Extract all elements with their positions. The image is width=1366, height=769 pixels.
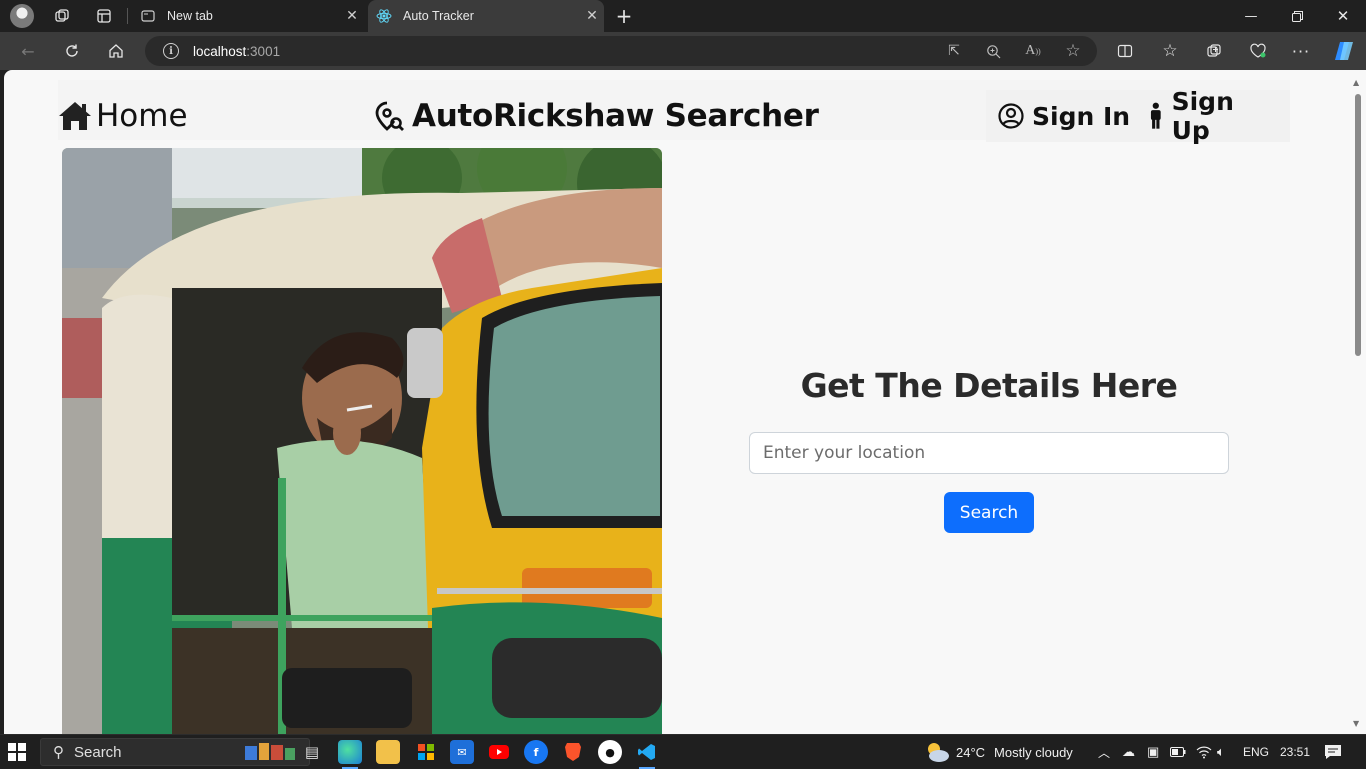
search-button[interactable]: Search: [944, 492, 1034, 533]
meet-now-icon[interactable]: ▣: [1147, 735, 1159, 769]
workspaces-icon[interactable]: [50, 0, 74, 32]
site-info-icon[interactable]: i: [163, 43, 179, 59]
person-standing-icon: [1150, 102, 1161, 129]
home-label: Home: [96, 98, 188, 134]
browser-tab-strip: New tab ✕ Auto Tracker ✕ + — ✕: [0, 0, 1366, 32]
sign-up-label: Sign Up: [1171, 87, 1234, 145]
tab-title: Auto Tracker: [403, 9, 474, 23]
notifications-icon[interactable]: [1324, 735, 1342, 769]
scrollbar-thumb[interactable]: [1355, 94, 1361, 356]
react-icon: [376, 8, 392, 24]
sign-in-label: Sign In: [1032, 101, 1131, 131]
search-icon: ⚲: [53, 744, 64, 761]
refresh-icon[interactable]: [56, 36, 88, 66]
home-link[interactable]: Home: [58, 98, 188, 134]
clock[interactable]: 23:51: [1280, 735, 1310, 769]
wifi-icon[interactable]: [1196, 735, 1212, 769]
home-browser-icon[interactable]: [100, 36, 132, 66]
file-explorer-icon[interactable]: [376, 740, 400, 764]
task-view-icon[interactable]: ▤: [300, 740, 324, 764]
profile-avatar[interactable]: [8, 0, 36, 32]
browser-essentials-icon[interactable]: [1242, 36, 1274, 66]
close-window-icon[interactable]: ✕: [1320, 0, 1366, 32]
new-tab-icon: [140, 8, 156, 24]
back-icon[interactable]: ←: [12, 36, 44, 66]
battery-icon[interactable]: [1170, 735, 1186, 769]
favorite-star-icon[interactable]: ☆: [1058, 36, 1088, 66]
url-text: localhost:3001: [193, 43, 281, 59]
windows-taskbar: ⚲ Search ▤ ✉ f ● 24°C Mostly cloudy ︿ ☁ …: [0, 734, 1366, 769]
zoom-icon[interactable]: [978, 36, 1008, 66]
sign-up-link[interactable]: Sign Up: [1136, 87, 1290, 145]
brand-title: AutoRickshaw Searcher: [374, 98, 819, 134]
tab-separator: [127, 8, 128, 24]
partly-cloudy-icon: [928, 743, 949, 762]
weather-widget[interactable]: 24°C Mostly cloudy: [924, 735, 1073, 769]
location-search-icon: [375, 101, 404, 131]
page-scrollbar[interactable]: ▲ ▼: [1349, 70, 1366, 734]
youtube-icon[interactable]: [487, 740, 511, 764]
details-heading: Get The Details Here: [800, 366, 1178, 405]
edge-icon[interactable]: [338, 740, 362, 769]
open-in-app-icon[interactable]: ⇱: [939, 36, 969, 66]
facebook-icon[interactable]: f: [524, 740, 548, 764]
show-hidden-icons-icon[interactable]: ︿: [1098, 735, 1110, 769]
sign-in-link[interactable]: Sign In: [986, 90, 1143, 142]
address-bar[interactable]: i localhost:3001 ⇱ A)) ☆: [145, 36, 1097, 66]
vscode-icon[interactable]: [635, 740, 659, 769]
split-screen-icon[interactable]: [1109, 36, 1141, 66]
volume-icon[interactable]: 🔈︎: [1217, 735, 1225, 769]
mail-icon[interactable]: ✉: [450, 740, 474, 764]
scroll-up-icon[interactable]: ▲: [1353, 78, 1359, 87]
store-icon[interactable]: [414, 740, 438, 764]
brand-label: AutoRickshaw Searcher: [412, 98, 819, 134]
scroll-down-icon[interactable]: ▼: [1353, 719, 1359, 728]
site-header: Home AutoRickshaw Searcher Sign In Sign …: [58, 80, 1290, 145]
minimize-icon[interactable]: —: [1228, 0, 1274, 32]
new-tab-button[interactable]: +: [612, 0, 636, 32]
github-icon[interactable]: ●: [598, 740, 622, 764]
tab-actions-icon[interactable]: [92, 0, 116, 32]
read-aloud-icon[interactable]: A)): [1018, 36, 1048, 66]
brave-icon[interactable]: [561, 740, 585, 764]
search-highlight-icon: [243, 740, 303, 764]
onedrive-icon[interactable]: ☁: [1122, 735, 1135, 769]
language-indicator[interactable]: ENG: [1243, 735, 1269, 769]
browser-toolbar: ← i localhost:3001 ⇱ A)) ☆ ☆ ···: [0, 32, 1366, 70]
taskbar-search-label: Search: [74, 743, 122, 761]
user-circle-icon: [998, 103, 1024, 129]
collections-icon[interactable]: [1198, 36, 1230, 66]
settings-more-icon[interactable]: ···: [1285, 36, 1317, 66]
details-panel: Get The Details Here Search: [749, 366, 1229, 533]
auto-rickshaw-photo: [62, 148, 662, 734]
tab-auto-tracker[interactable]: Auto Tracker ✕: [368, 0, 604, 32]
tab-new-tab[interactable]: New tab ✕: [132, 0, 364, 32]
location-input[interactable]: [749, 432, 1229, 474]
page-viewport: Home AutoRickshaw Searcher Sign In Sign …: [4, 70, 1349, 734]
tab-title: New tab: [167, 9, 213, 23]
close-tab-icon[interactable]: ✕: [340, 8, 364, 24]
weather-temp: 24°C: [956, 744, 986, 760]
taskbar-search[interactable]: ⚲ Search: [40, 738, 310, 766]
favorites-icon[interactable]: ☆: [1154, 36, 1186, 66]
restore-icon[interactable]: [1274, 0, 1320, 32]
copilot-icon[interactable]: [1328, 36, 1360, 66]
windows-start-icon[interactable]: [8, 743, 26, 761]
weather-text: Mostly cloudy: [994, 744, 1073, 760]
house-icon: [59, 102, 91, 130]
close-tab-icon[interactable]: ✕: [580, 8, 604, 24]
